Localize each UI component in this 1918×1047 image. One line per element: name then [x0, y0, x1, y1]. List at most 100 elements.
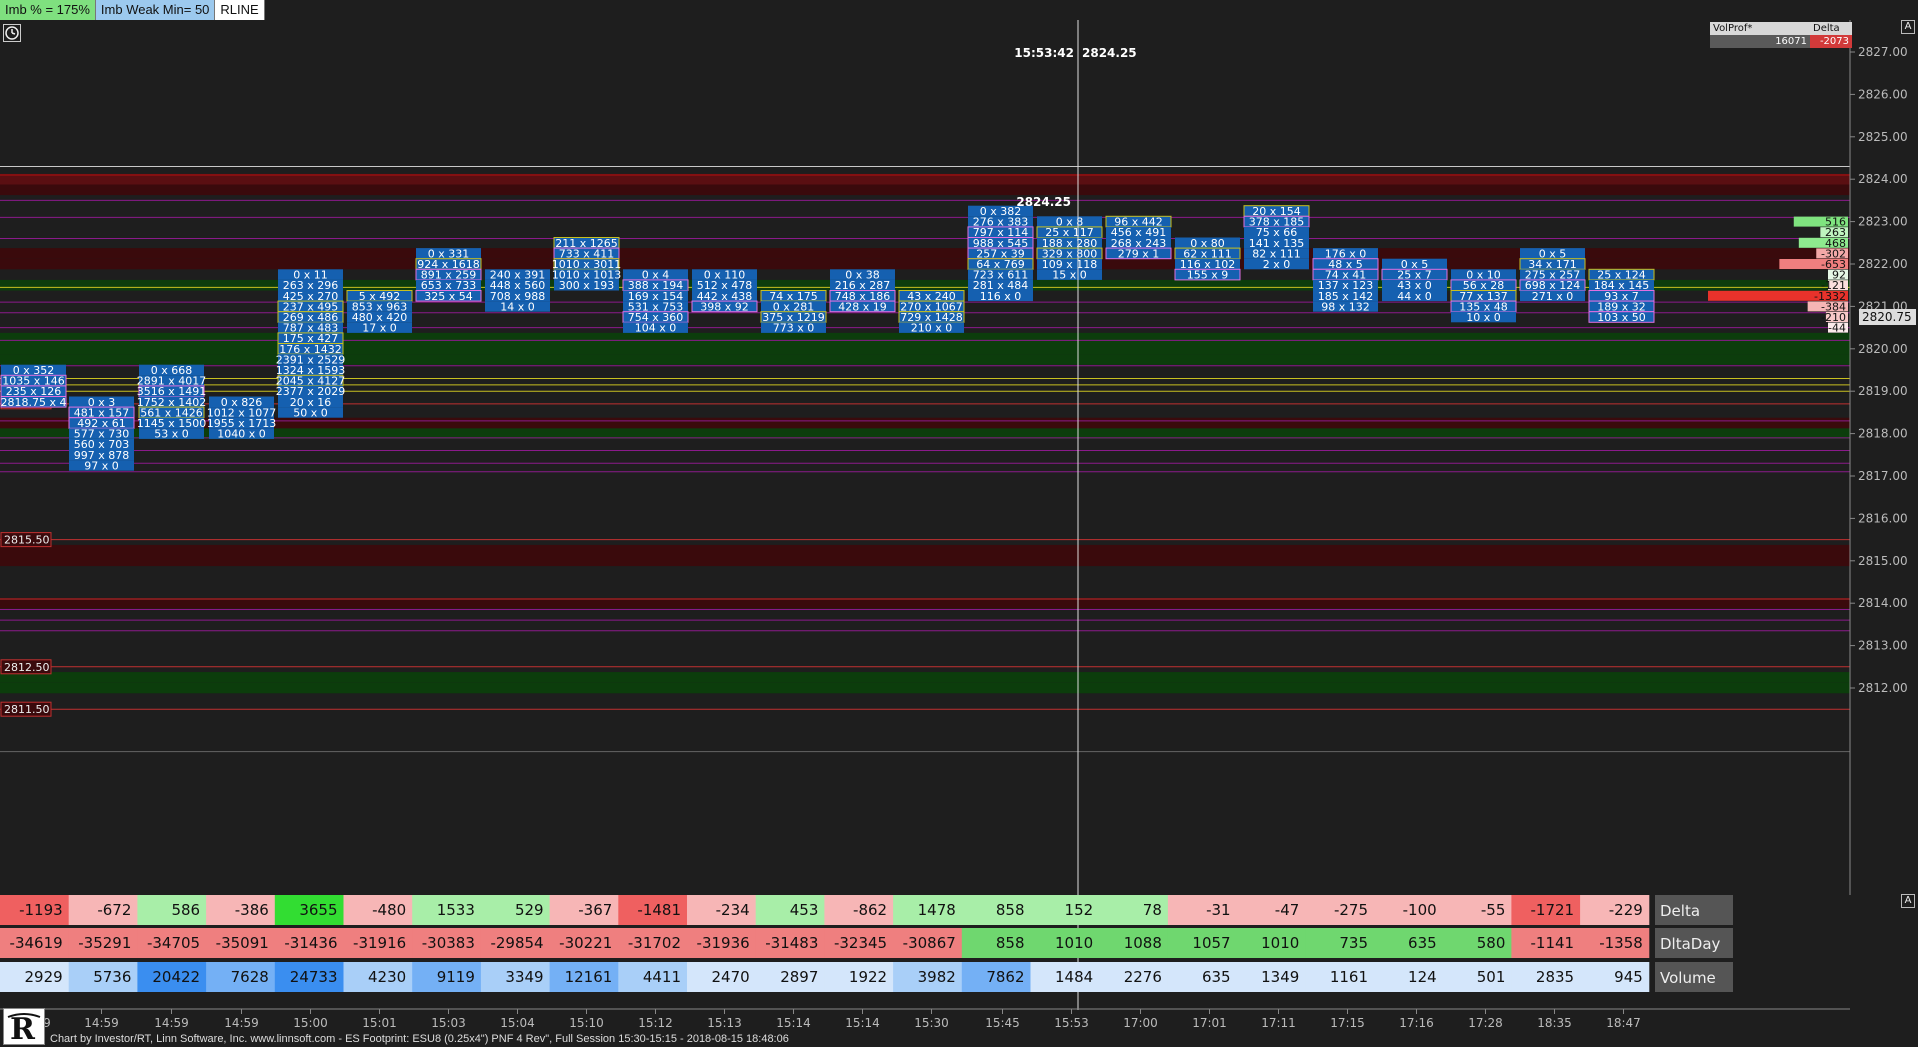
footprint-cell-text: 14 x 0	[500, 300, 535, 313]
footprint-chart[interactable]: 2818.752815.502812.502811.50 0 x 3521035…	[0, 0, 1918, 1047]
price-axis: 2827.00 2826.00 2825.00 2824.00 2823.00 2822.…	[1849, 20, 1918, 895]
level-tag: 2815.50	[4, 534, 50, 547]
stats-cell: 453	[790, 901, 819, 919]
footprint-bar: 74 x 1750 x 281375 x 1219773 x 0	[760, 290, 827, 335]
footprint-cell-text: 773 x 0	[773, 322, 815, 335]
stats-cell: -55	[1481, 901, 1506, 919]
footprint-cell-text: 53 x 0	[154, 428, 189, 441]
stats-cell: 1161	[1330, 968, 1368, 986]
footprint-bar: 0 x 825 x 117188 x 280329 x 800109 x 118…	[1036, 216, 1103, 282]
stats-cell: -1193	[19, 901, 63, 919]
stats-cell: -275	[1334, 901, 1368, 919]
stats-cell: -32345	[834, 934, 887, 952]
stats-cell: 4230	[368, 968, 406, 986]
time-label: 14:59	[154, 1016, 189, 1030]
footprint-bar: 0 x 4388 x 194169 x 154531 x 753754 x 36…	[622, 269, 689, 335]
footprint-bar: 96 x 442456 x 491268 x 243279 x 1	[1105, 216, 1172, 260]
corner-a-button[interactable]: A	[1901, 20, 1915, 34]
stats-cell: 945	[1614, 968, 1643, 986]
time-label: 15:10	[569, 1016, 604, 1030]
time-label: 17:00	[1123, 1016, 1158, 1030]
footprint-bar: 240 x 391448 x 560708 x 98814 x 0	[485, 269, 550, 313]
footprint-bar: 0 x 382276 x 383797 x 114988 x 545257 x …	[967, 205, 1034, 303]
time-label: 18:35	[1537, 1016, 1572, 1030]
rline-button[interactable]: RLINE	[215, 0, 265, 20]
stats-cell: 1484	[1055, 968, 1093, 986]
stats-cell: -30383	[422, 934, 475, 952]
stats-cell: 20422	[152, 968, 200, 986]
stats-cell: 24733	[290, 968, 338, 986]
volprof-delta: -2073	[1810, 35, 1852, 48]
time-label: 15:30	[914, 1016, 949, 1030]
stats-cell: 635	[1408, 934, 1437, 952]
svg-text:R: R	[10, 1012, 36, 1044]
stats-row-label: DltaDay	[1660, 935, 1721, 953]
stats-cell: 2470	[712, 968, 750, 986]
footprint-cell-text: 279 x 1	[1118, 247, 1160, 260]
footprint-bar: 0 x 331924 x 1618891 x 259653 x 733325 x…	[415, 247, 482, 303]
time-label: 15:04	[500, 1016, 535, 1030]
stats-cell: -31436	[284, 934, 337, 952]
price-label: 2827.00	[1858, 45, 1908, 59]
footprint-bar: 0 x 8261012 x 10771955 x 17131040 x 0	[207, 396, 277, 441]
stats-cell: -47	[1275, 901, 1300, 919]
price-label: 2812.00	[1858, 681, 1908, 695]
stats-corner-a-button[interactable]: A	[1901, 894, 1915, 908]
time-label: 15:01	[362, 1016, 397, 1030]
time-label: 17:16	[1399, 1016, 1434, 1030]
time-label: 15:45	[985, 1016, 1020, 1030]
stats-cell: 2897	[780, 968, 818, 986]
price-label: 2826.00	[1858, 87, 1908, 101]
stats-cell: 1010	[1261, 934, 1299, 952]
stats-cell: -672	[97, 901, 131, 919]
level-tag: 2812.50	[4, 661, 50, 674]
stats-cell: 1533	[437, 901, 475, 919]
stats-row-label: Delta	[1660, 902, 1700, 920]
footprint-bar: 0 x 38216 x 287748 x 186428 x 19	[829, 269, 896, 313]
footprint-bar: 0 x 110512 x 478442 x 438398 x 92	[691, 269, 758, 313]
time-label: 14:59	[224, 1016, 259, 1030]
stats-cell: -31702	[628, 934, 681, 952]
stats-cell: -31	[1206, 901, 1231, 919]
level-band	[0, 672, 1850, 683]
stats-cell: -31916	[353, 934, 406, 952]
stats-cell: -229	[1609, 901, 1643, 919]
stats-cell: -1721	[1531, 901, 1575, 919]
stats-row-label: Volume	[1660, 969, 1716, 987]
volprof-panel: VolProf* Delta 16071 -2073	[1710, 22, 1852, 50]
footprint-bar: 0 x 1056 x 2877 x 137135 x 4810 x 0	[1450, 269, 1517, 324]
time-label: 15:53	[1054, 1016, 1089, 1030]
price-label: 2820.00	[1858, 342, 1908, 356]
time-label: 15:03	[431, 1016, 466, 1030]
time-label: 17:15	[1330, 1016, 1365, 1030]
price-label: 2824.00	[1858, 172, 1908, 186]
footprint-cell-text: 2 x 0	[1263, 258, 1291, 271]
cursor-price-label: 2824.25	[1082, 46, 1137, 60]
stats-cell: -31483	[765, 934, 818, 952]
footprint-cell-text: 300 x 193	[559, 279, 615, 292]
price-label: 2823.00	[1858, 215, 1908, 229]
stats-cell: 7628	[231, 968, 269, 986]
imbalance-weak-min-button[interactable]: Imb Weak Min= 50	[95, 0, 216, 20]
stats-cell: -100	[1403, 901, 1437, 919]
footprint-cell-text: 210 x 0	[911, 322, 953, 335]
imbalance-percent-button[interactable]: Imb % = 175%	[0, 0, 96, 20]
footprint-cell-text: 10 x 0	[1466, 311, 1501, 324]
footprint-bar: 0 x 11263 x 296425 x 270237 x 495269 x 4…	[276, 269, 346, 420]
stats-cell: 529	[515, 901, 544, 919]
footprint-cell-text: 428 x 19	[838, 300, 887, 313]
stats-cell: 858	[996, 934, 1025, 952]
clock-icon[interactable]	[3, 24, 21, 42]
stats-cell: -34705	[147, 934, 200, 952]
stats-cell: 12161	[565, 968, 613, 986]
volprof-volume: 16071	[1710, 35, 1810, 48]
time-label: 15:14	[845, 1016, 880, 1030]
cursor-level-label: 2824.25	[1016, 195, 1071, 209]
price-label: 2814.00	[1858, 596, 1908, 610]
footprint-cell-text: 44 x 0	[1397, 290, 1432, 303]
footer-credit: Chart by Investor/RT, Linn Software, Inc…	[50, 1033, 789, 1045]
time-label: 15:00	[293, 1016, 328, 1030]
stats-cell: -35091	[216, 934, 269, 952]
stats-cell: 1088	[1124, 934, 1162, 952]
stats-cell: 124	[1408, 968, 1437, 986]
